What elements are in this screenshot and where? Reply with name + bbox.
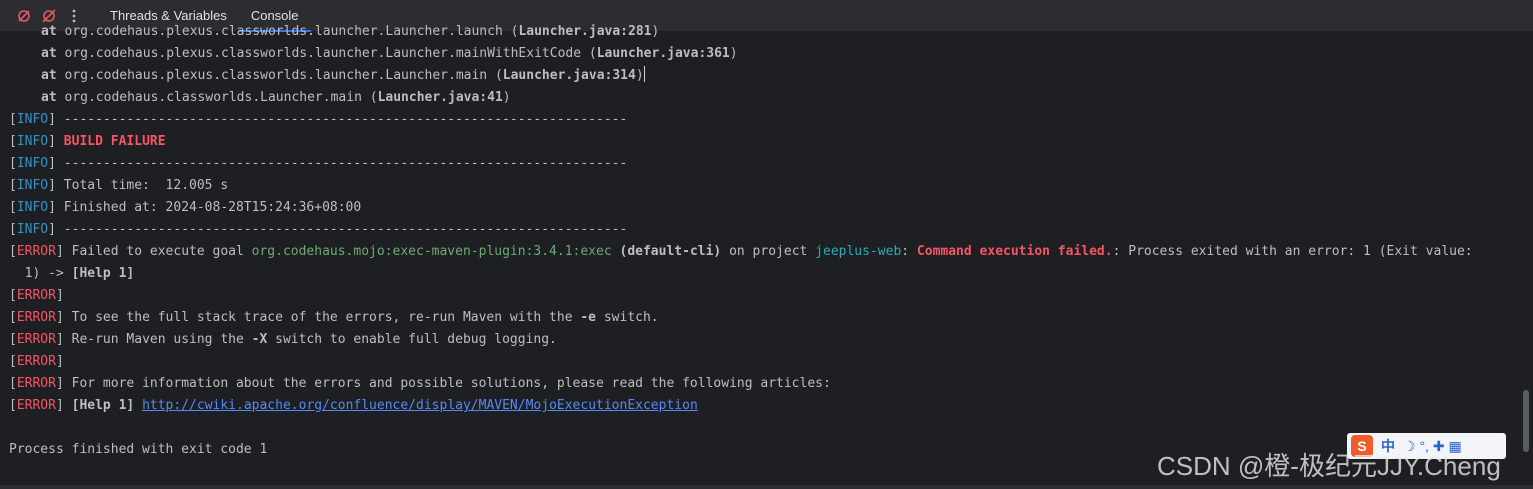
- info-separator-line: [INFO] ---------------------------------…: [9, 222, 628, 237]
- stack-line: at org.codehaus.plexus.classworlds.launc…: [41, 66, 645, 83]
- finished-at-line: [INFO] Finished at: 2024-08-28T15:24:36+…: [9, 200, 362, 215]
- error-goal-line: [ERROR] Failed to execute goal org.codeh…: [9, 244, 1473, 259]
- info-separator-line: [INFO] ---------------------------------…: [9, 156, 628, 171]
- info-separator-line: [INFO] ---------------------------------…: [9, 112, 628, 127]
- process-finished-line: Process finished with exit code 1: [9, 442, 268, 457]
- error-goal-wrap-line: 1) -> [Help 1]: [9, 266, 135, 281]
- total-time-line: [INFO] Total time: 12.005 s: [9, 178, 229, 193]
- error-help-link-line: [ERROR] [Help 1] http://cwiki.apache.org…: [9, 398, 698, 413]
- error-rerun-line: [ERROR] Re-run Maven using the -X switch…: [9, 332, 557, 347]
- help-link[interactable]: http://cwiki.apache.org/confluence/displ…: [142, 398, 698, 413]
- error-empty-line: [ERROR]: [9, 288, 64, 303]
- text-caret: [643, 66, 645, 82]
- stack-line: at org.codehaus.plexus.classworlds.launc…: [41, 24, 660, 39]
- vertical-scrollbar[interactable]: [1523, 390, 1529, 452]
- error-more-info-line: [ERROR] For more information about the e…: [9, 376, 831, 391]
- horizontal-scrollbar[interactable]: [0, 485, 1533, 489]
- build-failure-line: [INFO] BUILD FAILURE: [9, 134, 166, 149]
- error-see-trace-line: [ERROR] To see the full stack trace of t…: [9, 310, 659, 325]
- watermark: CSDN @橙-极纪元JJY.Cheng: [1157, 451, 1501, 481]
- stack-line: at org.codehaus.classworlds.Launcher.mai…: [41, 90, 511, 105]
- stack-line: at org.codehaus.plexus.classworlds.launc…: [41, 46, 738, 61]
- console-output[interactable]: at org.codehaus.plexus.classworlds.launc…: [0, 21, 1521, 485]
- error-empty-line: [ERROR]: [9, 354, 64, 369]
